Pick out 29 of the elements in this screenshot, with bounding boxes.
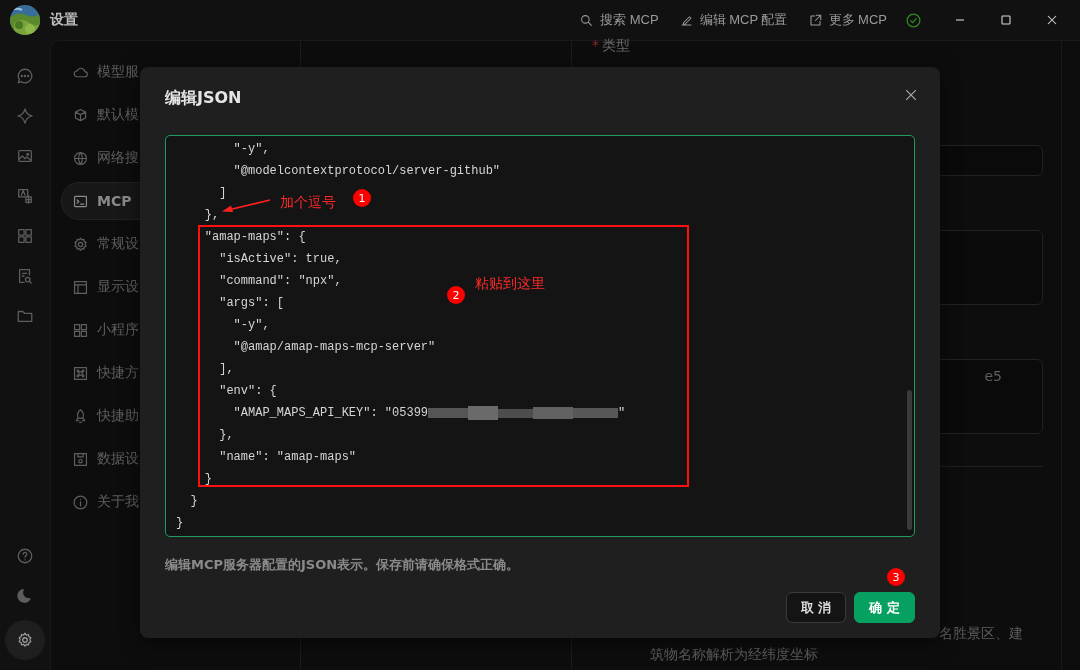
code-line: "-y", [232, 318, 270, 332]
code-line: }, [218, 428, 234, 442]
code-line: "@modelcontextprotocol/server-github" [232, 164, 501, 178]
code-line: "isActive": true, [218, 252, 342, 266]
required-asterisk: * [592, 37, 599, 55]
code-line: "command": "npx", [218, 274, 342, 288]
code-line: "AMAP_MAPS_API_KEY": "05399 [232, 406, 429, 420]
window-title: 设置 [50, 11, 78, 29]
dialog-title: 编辑JSON [165, 87, 242, 109]
annotation-text: 加个逗号 [280, 194, 336, 212]
description-text: 筑物名称解析为经纬度坐标 [650, 645, 818, 664]
description-text: 名胜景区、建 [939, 624, 1023, 643]
code-line: "args": [ [218, 296, 285, 310]
code-line: }, [203, 208, 220, 222]
step-number-badge: 3 [887, 568, 905, 586]
help-text: 编辑MCP服务器配置的JSON表示。保存前请确保格式正确。 [165, 556, 521, 574]
code-line: "-y", [232, 142, 270, 156]
code-line: } [203, 472, 212, 486]
code-line: "name": "amap-maps" [218, 450, 357, 464]
code-line: } [189, 494, 198, 508]
code-line: ], [218, 362, 234, 376]
code-line: ] [218, 186, 227, 200]
code-line: "env": { [218, 384, 277, 398]
annotation-text: 粘贴到这里 [475, 275, 545, 293]
code-line: "@amap/amap-maps-mcp-server" [232, 340, 436, 354]
code-line: "amap-maps": { [203, 230, 306, 244]
field-label: 类型 [602, 37, 630, 55]
code-line: } [176, 516, 184, 530]
code-line: " [618, 406, 626, 420]
